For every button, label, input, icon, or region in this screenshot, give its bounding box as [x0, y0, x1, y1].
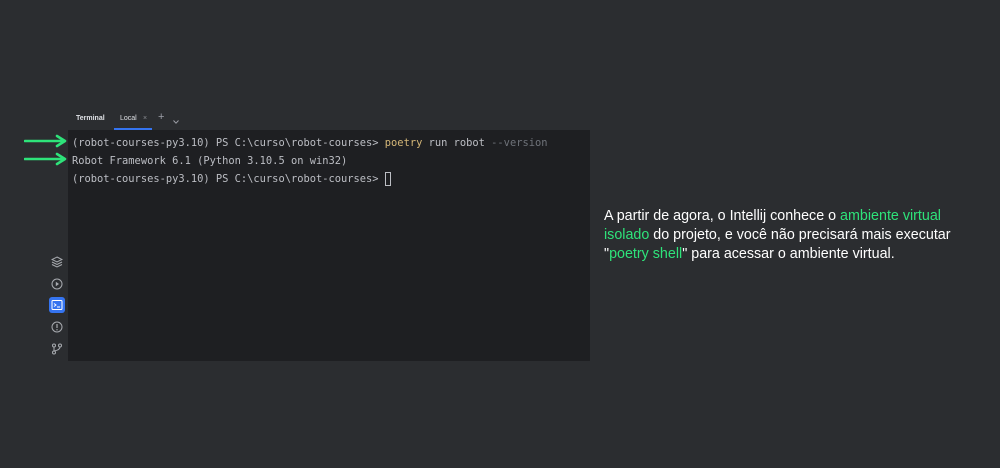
command-flag: --version	[491, 137, 548, 149]
output-text: Robot Framework 6.1 (Python 3.10.5 on wi…	[72, 155, 348, 167]
add-tab-button[interactable]: +	[158, 111, 164, 123]
tab-local[interactable]: Local ×	[114, 108, 152, 130]
caption-highlight: poetry shell	[609, 246, 683, 262]
slide: Terminal Local × + (robot-courses-py3.10…	[0, 0, 1000, 468]
terminal-line: (robot-courses-py3.10) PS C:\curso\robot…	[72, 134, 547, 152]
close-icon[interactable]: ×	[143, 115, 147, 122]
arrow-right-icon	[24, 134, 67, 148]
command-args: run robot	[422, 137, 492, 149]
terminal-panel-title: Terminal	[76, 115, 105, 122]
terminal-tab-bar: Terminal Local × +	[68, 108, 590, 131]
prompt-text: (robot-courses-py3.10) PS C:\curso\robot…	[72, 137, 385, 149]
tab-local-label: Local	[120, 115, 137, 122]
chevron-down-icon[interactable]	[172, 113, 180, 131]
terminal-line: (robot-courses-py3.10) PS C:\curso\robot…	[72, 170, 547, 188]
text-cursor	[384, 172, 391, 186]
terminal-line: Robot Framework 6.1 (Python 3.10.5 on wi…	[72, 152, 547, 170]
terminal-output[interactable]: (robot-courses-py3.10) PS C:\curso\robot…	[72, 134, 547, 188]
terminal-panel[interactable]: Terminal Local × + (robot-courses-py3.10…	[68, 108, 590, 361]
command-text: poetry	[384, 137, 423, 149]
layers-icon[interactable]	[49, 254, 65, 270]
caption-part: A partir de agora, o Intellij conhece o	[604, 208, 841, 224]
prompt-text: (robot-courses-py3.10) PS C:\curso\robot…	[72, 173, 379, 185]
terminal-icon[interactable]	[49, 297, 65, 313]
caption-part: " para acessar o ambiente virtual.	[682, 246, 895, 262]
caption-text: A partir de agora, o Intellij conhece o …	[604, 207, 989, 264]
run-icon[interactable]	[49, 276, 65, 292]
arrow-right-icon	[24, 152, 67, 166]
git-icon[interactable]	[49, 341, 65, 357]
problems-icon[interactable]	[49, 319, 65, 335]
